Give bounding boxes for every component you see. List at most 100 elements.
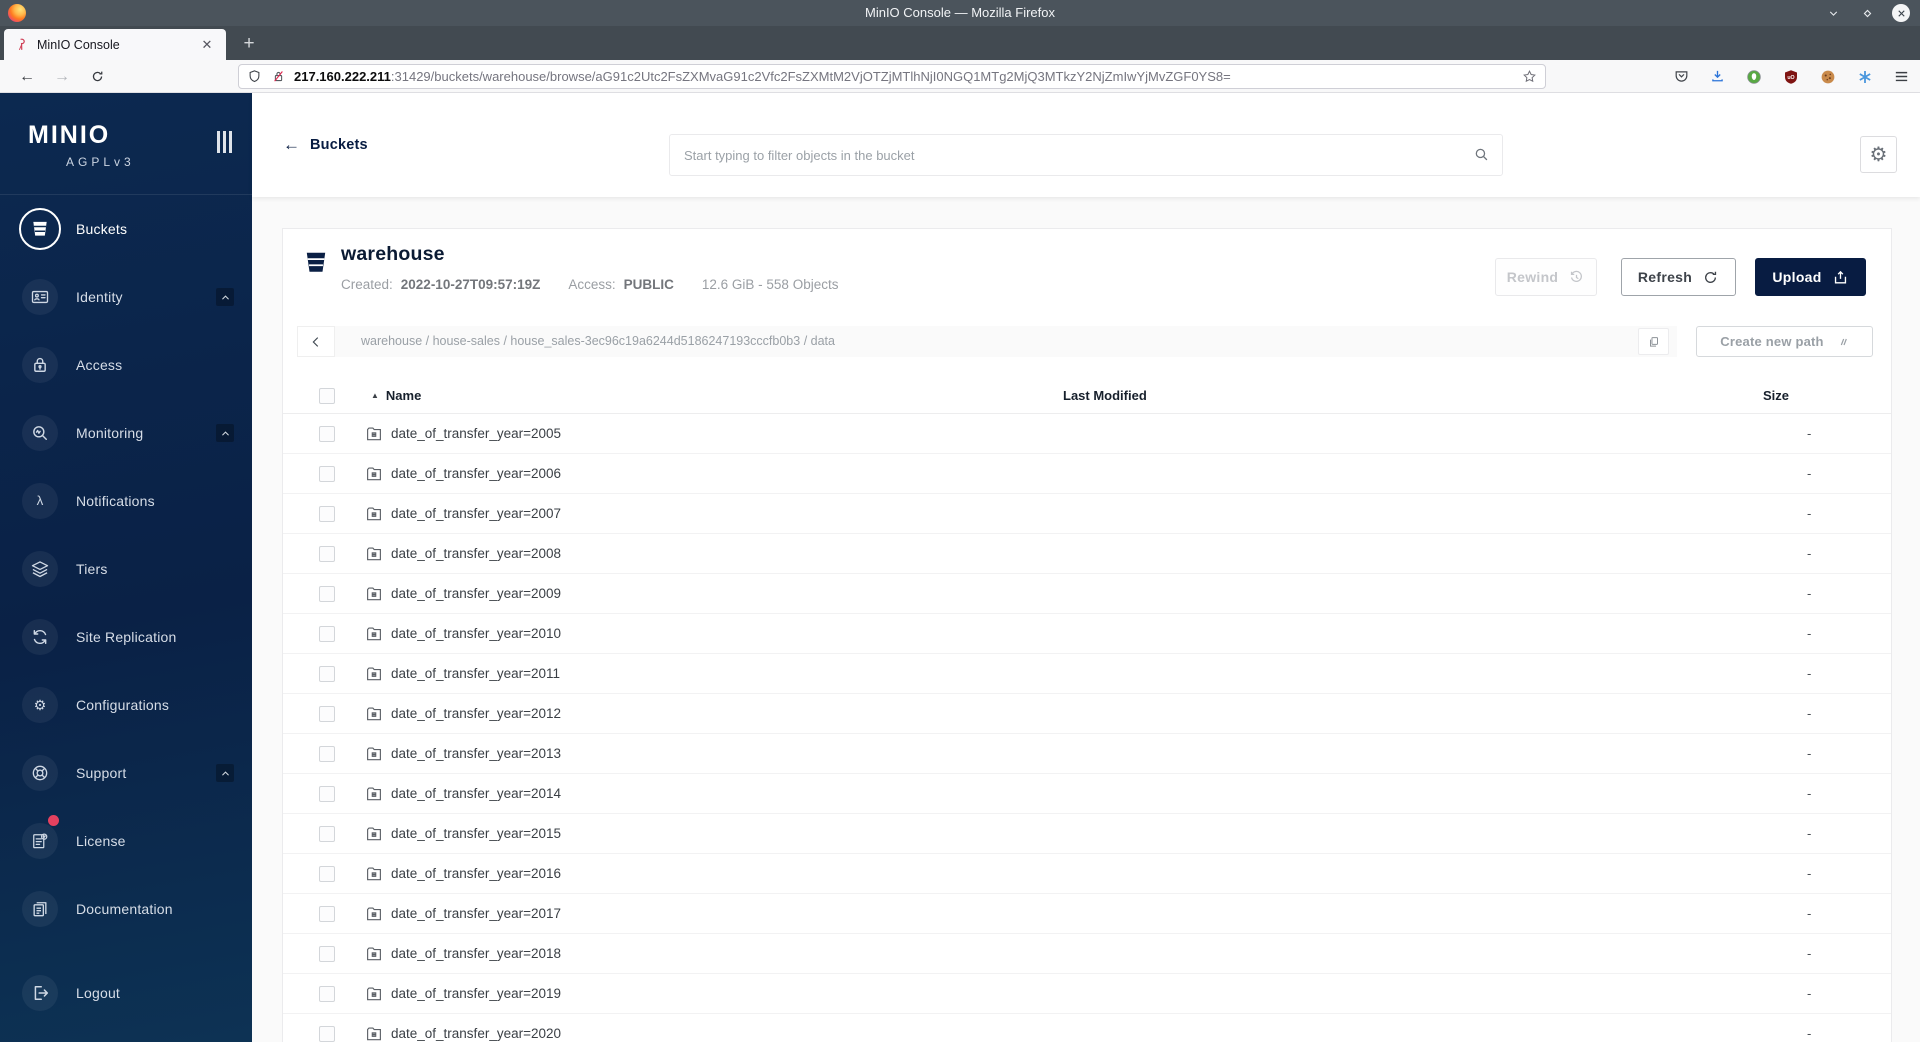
table-row[interactable]: date_of_transfer_year=2020 - [283,1014,1891,1042]
insecure-lock-icon[interactable] [271,69,286,84]
bookmark-star-icon[interactable] [1522,69,1537,84]
window-close-icon[interactable] [1892,4,1910,22]
sidebar-item-support[interactable]: Support [0,739,252,807]
row-checkbox[interactable] [319,465,335,482]
row-checkbox[interactable] [319,545,335,562]
folder-icon [367,706,381,720]
table-row[interactable]: date_of_transfer_year=2015 - [283,814,1891,854]
path-back-button[interactable] [297,326,335,357]
sidebar-item-access[interactable]: Access [0,331,252,399]
bucket-icon [19,208,61,250]
access-value: PUBLIC [623,277,674,292]
folder-icon [367,586,381,600]
window-minimize-icon[interactable] [1824,4,1842,22]
cookie-extension-icon[interactable] [1819,68,1837,86]
row-checkbox[interactable] [319,945,335,962]
table-row[interactable]: date_of_transfer_year=2012 - [283,694,1891,734]
folder-icon [367,866,381,880]
table-row[interactable]: date_of_transfer_year=2016 - [283,854,1891,894]
pocket-icon[interactable] [1673,68,1690,85]
created-label: Created: [341,277,393,292]
table-row[interactable]: date_of_transfer_year=2019 - [283,974,1891,1014]
upload-button[interactable]: Upload [1755,258,1866,296]
column-header-last-modified[interactable]: Last Modified [1063,388,1763,403]
identity-icon [22,279,58,315]
reload-icon[interactable] [82,60,112,93]
row-checkbox[interactable] [319,785,335,802]
license-alert-badge [48,815,59,826]
object-size: - [1807,786,1812,801]
rewind-button[interactable]: Rewind [1495,258,1597,296]
object-size: - [1807,906,1812,921]
table-row[interactable]: date_of_transfer_year=2017 - [283,894,1891,934]
sidebar-item-buckets[interactable]: Buckets [0,195,252,263]
table-row[interactable]: date_of_transfer_year=2013 - [283,734,1891,774]
window-maximize-icon[interactable] [1858,4,1876,22]
create-new-path-button[interactable]: Create new path [1696,326,1873,357]
sidebar-item-configurations[interactable]: ⚙ Configurations [0,671,252,739]
row-checkbox[interactable] [319,865,335,882]
row-checkbox[interactable] [319,665,335,682]
row-checkbox[interactable] [319,425,335,442]
table-row[interactable]: date_of_transfer_year=2014 - [283,774,1891,814]
row-checkbox[interactable] [319,625,335,642]
object-filter-input[interactable] [684,135,1444,175]
table-row[interactable]: date_of_transfer_year=2009 - [283,574,1891,614]
sidebar-item-logout[interactable]: Logout [0,959,252,1027]
row-checkbox[interactable] [319,825,335,842]
url-bar[interactable]: 217.160.222.211:31429/buckets/warehouse/… [238,64,1546,89]
new-path-icon [1836,338,1847,345]
row-checkbox[interactable] [319,905,335,922]
folder-icon [367,986,381,1000]
sidebar-brand-box: MINIO AGPLv3 [0,93,252,195]
row-checkbox[interactable] [319,1025,335,1042]
select-all-checkbox[interactable] [319,387,335,404]
copy-path-button[interactable] [1638,328,1669,355]
row-checkbox[interactable] [319,505,335,522]
ublock-origin-extension-icon[interactable]: uO [1782,68,1800,86]
downloads-icon[interactable] [1709,68,1726,85]
row-checkbox[interactable] [319,985,335,1002]
back-to-buckets[interactable]: ← Buckets [283,93,368,197]
sidebar-item-license[interactable]: License [0,807,252,875]
sidebar-item-tiers[interactable]: Tiers [0,535,252,603]
table-row[interactable]: date_of_transfer_year=2018 - [283,934,1891,974]
sidebar-item-documentation[interactable]: Documentation [0,875,252,943]
forward-nav-icon[interactable]: → [47,60,77,93]
chevron-up-icon[interactable] [216,288,234,306]
tracking-shield-icon[interactable] [247,69,262,84]
sidebar-item-identity[interactable]: Identity [0,263,252,331]
privacy-badger-extension-icon[interactable] [1745,68,1763,86]
back-nav-icon[interactable]: ← [12,60,42,93]
gear-icon: ⚙ [22,687,58,723]
table-row[interactable]: date_of_transfer_year=2006 - [283,454,1891,494]
table-row[interactable]: date_of_transfer_year=2007 - [283,494,1891,534]
column-header-name[interactable]: ▲ Name [353,388,1063,403]
row-checkbox[interactable] [319,585,335,602]
object-size: - [1807,666,1812,681]
row-checkbox[interactable] [319,705,335,722]
table-row[interactable]: date_of_transfer_year=2005 - [283,414,1891,454]
row-checkbox[interactable] [319,745,335,762]
chevron-up-icon[interactable] [216,424,234,442]
settings-button[interactable]: ⚙ [1860,136,1897,173]
asterisk-extension-icon[interactable] [1856,68,1874,86]
table-row[interactable]: date_of_transfer_year=2011 - [283,654,1891,694]
sidebar-item-site-replication[interactable]: Site Replication [0,603,252,671]
chevron-up-icon[interactable] [216,764,234,782]
column-header-size[interactable]: Size [1763,388,1891,403]
sidebar-item-notifications[interactable]: λ Notifications [0,467,252,535]
object-name: date_of_transfer_year=2017 [391,906,562,921]
refresh-button[interactable]: Refresh [1621,258,1736,296]
tab-minio-console[interactable]: MinIO Console ✕ [4,29,226,60]
sidebar-collapse-icon[interactable] [217,131,232,153]
copy-icon [1649,336,1658,347]
tab-close-icon[interactable]: ✕ [198,37,216,53]
sidebar-item-monitoring[interactable]: Monitoring [0,399,252,467]
hamburger-menu-icon[interactable] [1893,68,1910,85]
new-tab-button[interactable]: + [236,31,262,57]
breadcrumb[interactable]: warehouse / house-sales / house_sales-3e… [361,326,835,357]
table-row[interactable]: date_of_transfer_year=2010 - [283,614,1891,654]
object-name: date_of_transfer_year=2013 [391,746,562,761]
table-row[interactable]: date_of_transfer_year=2008 - [283,534,1891,574]
